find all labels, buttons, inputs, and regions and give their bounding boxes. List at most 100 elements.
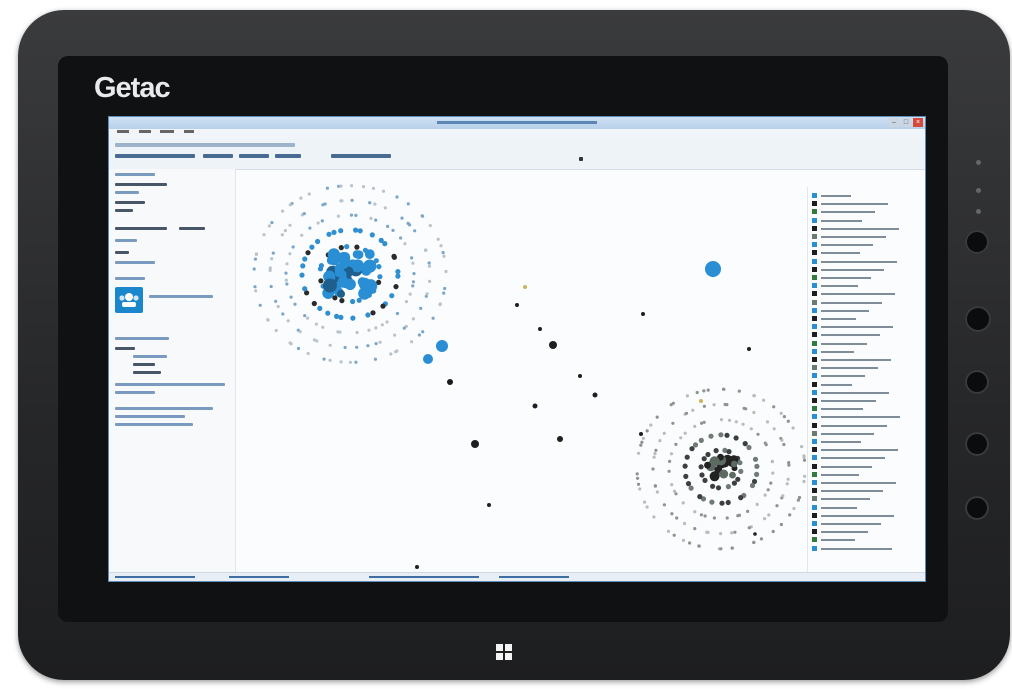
graph-node[interactable] <box>307 192 311 196</box>
graph-node[interactable] <box>672 533 676 537</box>
graph-node[interactable] <box>695 390 699 395</box>
graph-node[interactable] <box>408 223 412 227</box>
graph-node[interactable] <box>803 474 807 478</box>
graph-node[interactable] <box>328 358 332 362</box>
graph-node[interactable] <box>338 245 344 251</box>
graph-node[interactable] <box>671 401 675 405</box>
graph-node[interactable] <box>721 387 726 391</box>
graph-node[interactable] <box>699 472 705 478</box>
graph-node[interactable] <box>367 328 371 332</box>
graph-node[interactable] <box>354 250 364 259</box>
graph-node[interactable] <box>443 286 447 291</box>
graph-node[interactable] <box>427 261 431 265</box>
graph-node[interactable] <box>692 442 699 448</box>
graph-node[interactable] <box>258 303 262 307</box>
graph-node[interactable] <box>369 232 375 238</box>
graph-node[interactable] <box>640 440 644 444</box>
graph-node[interactable] <box>726 449 732 455</box>
toolbar-button[interactable] <box>203 154 233 158</box>
graph-node[interactable] <box>411 317 415 321</box>
legend-item[interactable] <box>812 512 906 519</box>
graph-node[interactable] <box>309 244 315 250</box>
graph-node[interactable] <box>780 438 784 442</box>
graph-node[interactable] <box>385 320 389 324</box>
legend-item[interactable] <box>812 299 906 306</box>
toolbar-button[interactable] <box>331 154 391 158</box>
legend-item[interactable] <box>812 537 906 543</box>
graph-node[interactable] <box>683 431 687 435</box>
graph-node[interactable] <box>712 403 716 407</box>
graph-node[interactable] <box>373 202 377 206</box>
legend-item[interactable] <box>812 217 906 224</box>
graph-node[interactable] <box>274 328 278 333</box>
graph-node[interactable] <box>421 214 425 218</box>
graph-node[interactable] <box>268 266 272 270</box>
graph-node[interactable] <box>368 201 372 205</box>
panel-link[interactable] <box>149 295 213 298</box>
graph-node[interactable] <box>350 315 356 321</box>
legend-item[interactable] <box>812 496 906 502</box>
legend-item[interactable] <box>812 266 906 273</box>
graph-node[interactable] <box>679 436 683 440</box>
graph-node[interactable] <box>436 237 440 241</box>
graph-node[interactable] <box>344 244 350 250</box>
graph-node[interactable] <box>645 505 649 509</box>
graph-node[interactable] <box>411 261 415 265</box>
graph-node[interactable] <box>730 531 734 535</box>
graph-node[interactable] <box>270 221 274 225</box>
legend-item[interactable] <box>812 234 906 240</box>
graph-node[interactable] <box>709 499 715 505</box>
graph-node[interactable] <box>423 354 433 364</box>
legend-item[interactable] <box>812 332 906 338</box>
graph-node[interactable] <box>336 330 340 334</box>
graph-node[interactable] <box>684 454 690 460</box>
graph-node[interactable] <box>791 426 795 430</box>
graph-node[interactable] <box>730 546 734 550</box>
graph-node[interactable] <box>738 468 744 474</box>
legend-item[interactable] <box>812 430 906 437</box>
graph-node[interactable] <box>662 503 666 507</box>
graph-node[interactable] <box>688 485 694 491</box>
graph-node[interactable] <box>311 300 317 307</box>
graph-node[interactable] <box>766 488 770 492</box>
graph-node[interactable] <box>408 292 412 296</box>
graph-node[interactable] <box>538 327 542 331</box>
legend-item[interactable] <box>812 340 906 347</box>
graph-node[interactable] <box>312 338 316 342</box>
graph-node[interactable] <box>364 249 375 259</box>
graph-node[interactable] <box>395 311 399 316</box>
graph-node[interactable] <box>668 459 672 463</box>
graph-node[interactable] <box>322 357 326 361</box>
legend-item[interactable] <box>812 480 906 486</box>
graph-node[interactable] <box>298 330 302 334</box>
legend-item[interactable] <box>812 381 906 388</box>
legend-item[interactable] <box>812 414 906 420</box>
graph-node[interactable] <box>693 510 697 514</box>
graph-node[interactable] <box>436 340 448 352</box>
graph-node[interactable] <box>262 233 266 237</box>
graph-node[interactable] <box>382 241 388 247</box>
graph-node[interactable] <box>737 389 741 393</box>
graph-node[interactable] <box>306 351 310 356</box>
graph-node[interactable] <box>800 445 804 449</box>
graph-node[interactable] <box>425 292 429 296</box>
graph-node[interactable] <box>772 427 776 431</box>
legend-item[interactable] <box>812 529 906 535</box>
graph-node[interactable] <box>715 485 722 491</box>
legend-item[interactable] <box>812 275 906 281</box>
graph-node[interactable] <box>710 483 716 489</box>
graph-node[interactable] <box>280 233 284 237</box>
graph-node[interactable] <box>674 442 678 446</box>
graph-node[interactable] <box>393 333 397 337</box>
graph-node[interactable] <box>306 316 310 320</box>
graph-node[interactable] <box>328 343 332 347</box>
graph-node[interactable] <box>413 229 417 233</box>
graph-node[interactable] <box>289 295 293 299</box>
graph-node[interactable] <box>697 494 703 500</box>
graph-node[interactable] <box>431 316 435 320</box>
graph-node[interactable] <box>713 448 719 454</box>
graph-node[interactable] <box>763 517 767 521</box>
graph-node[interactable] <box>339 298 345 304</box>
graph-node[interactable] <box>285 282 289 286</box>
graph-node[interactable] <box>682 521 687 526</box>
